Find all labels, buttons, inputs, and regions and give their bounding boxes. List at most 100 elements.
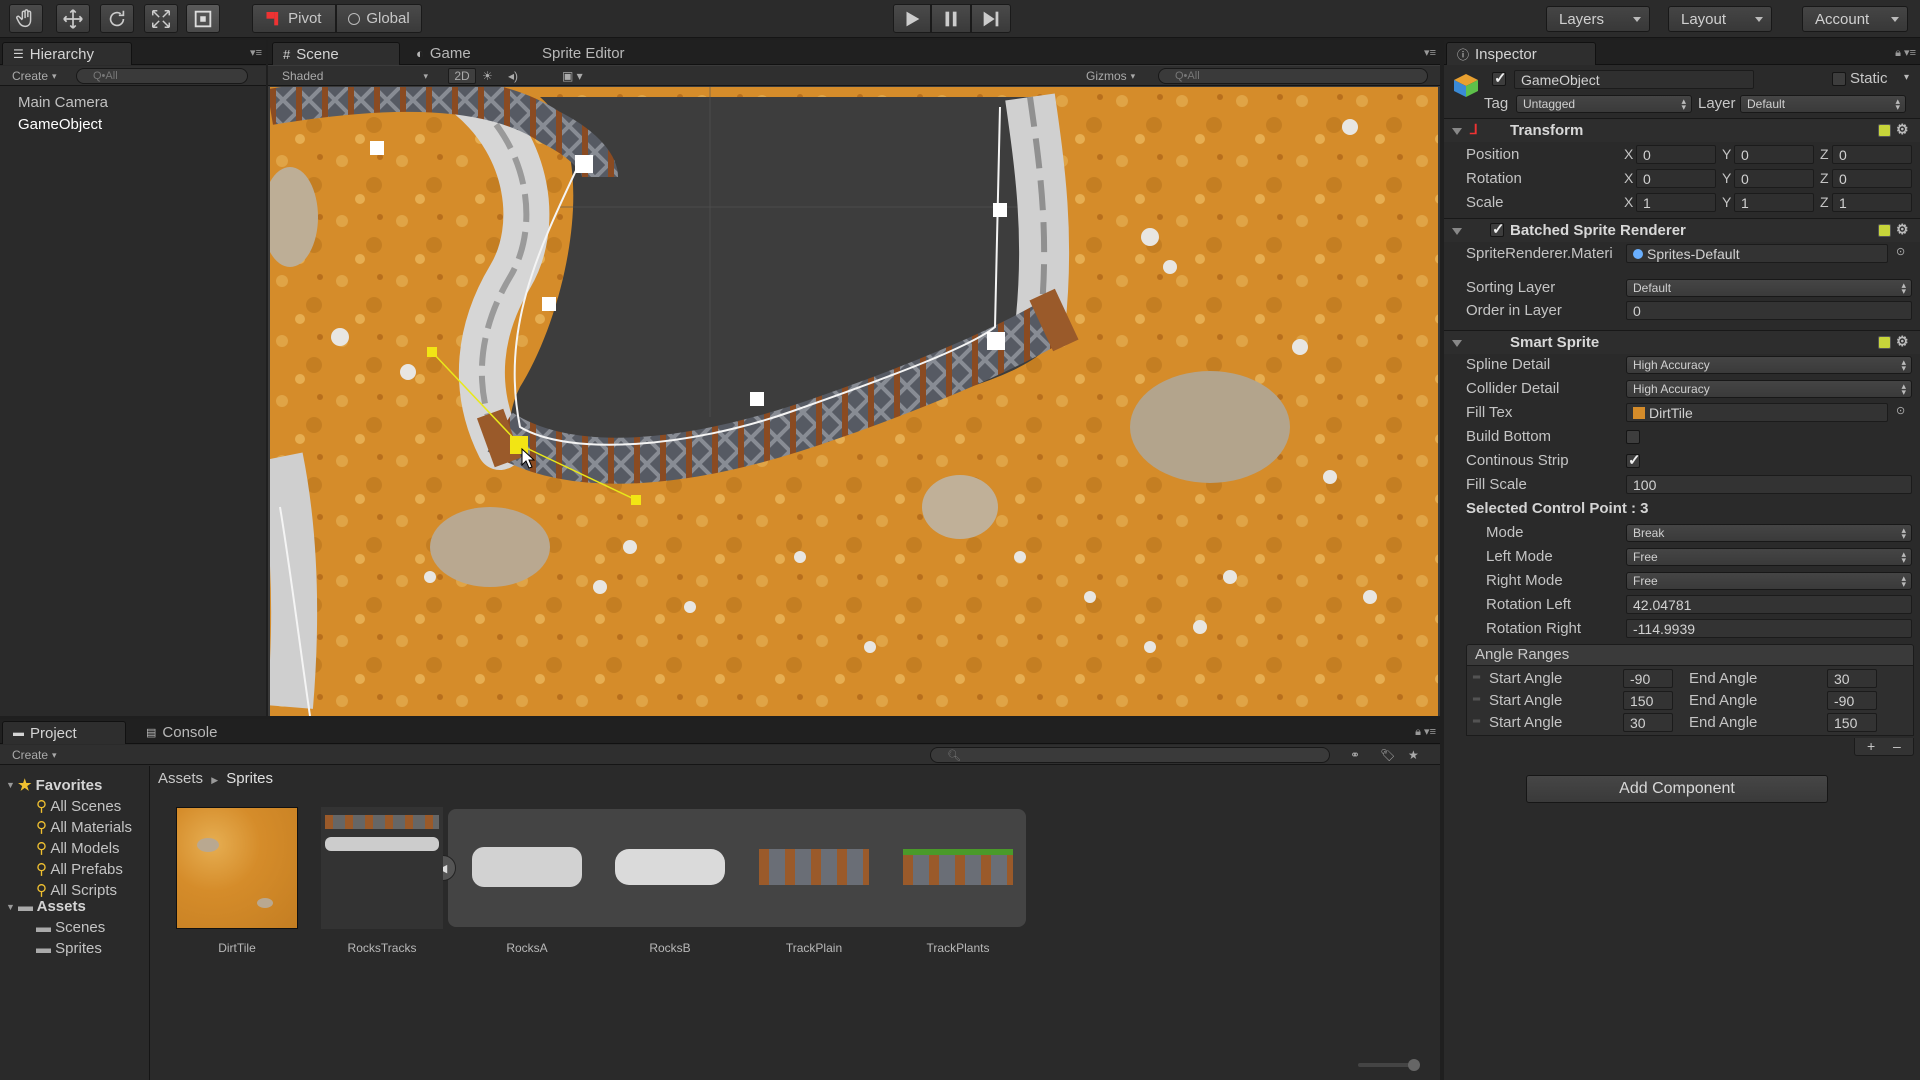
- transform-y-field[interactable]: 1: [1734, 193, 1814, 212]
- create-dropdown[interactable]: Create ▾: [12, 68, 57, 84]
- asset-dirttile[interactable]: DirtTile: [175, 807, 299, 955]
- asset-rockstracks[interactable]: RocksTracks: [320, 807, 444, 955]
- transform-z-field[interactable]: 1: [1832, 193, 1912, 212]
- lock-menu-icon[interactable]: 🔒︎ ▾≡: [1415, 725, 1436, 739]
- transform-y-field[interactable]: 0: [1734, 145, 1814, 164]
- hand-tool-button[interactable]: [9, 4, 43, 33]
- project-search-input[interactable]: 🔍︎: [930, 747, 1330, 763]
- add-component-button[interactable]: Add Component: [1526, 775, 1828, 803]
- static-checkbox[interactable]: [1832, 72, 1846, 86]
- add-range-button[interactable]: +: [1867, 738, 1875, 754]
- pivot-toggle[interactable]: ▀▌ Pivot: [252, 4, 336, 33]
- favorite-item[interactable]: ⚲ All Scenes: [36, 797, 121, 815]
- book-icon[interactable]: [1878, 224, 1891, 237]
- account-dropdown[interactable]: Account: [1802, 6, 1908, 32]
- zoom-slider[interactable]: [1358, 1059, 1420, 1071]
- order-in-layer-field[interactable]: 0: [1626, 301, 1912, 320]
- scene-viewport[interactable]: [270, 87, 1438, 716]
- mode-dropdown[interactable]: Break ▴ ▾: [1626, 524, 1912, 542]
- hierarchy-item-gameobject[interactable]: GameObject: [18, 116, 102, 133]
- end-angle-field[interactable]: -90: [1827, 691, 1877, 710]
- tab-hierarchy[interactable]: ☰ Hierarchy: [2, 42, 132, 65]
- gizmos-dropdown[interactable]: Gizmos ▾: [1086, 68, 1135, 84]
- remove-range-button[interactable]: –: [1893, 738, 1901, 754]
- start-angle-field[interactable]: -90: [1623, 669, 1673, 688]
- tab-scene[interactable]: # Scene: [272, 42, 400, 65]
- play-button[interactable]: [893, 4, 931, 33]
- hierarchy-item-main-camera[interactable]: Main Camera: [18, 94, 108, 111]
- drag-handle-icon[interactable]: ═: [1473, 672, 1480, 683]
- tangent-handle-left[interactable]: [427, 347, 437, 357]
- layer-dropdown[interactable]: Default ▴ ▾: [1740, 95, 1906, 113]
- batched-enable-checkbox[interactable]: [1490, 220, 1505, 238]
- image-effects-icon[interactable]: ▣ ▾: [562, 68, 583, 84]
- rect-tool-button[interactable]: [186, 4, 220, 33]
- assets-fold-icon[interactable]: ▼: [6, 902, 15, 912]
- drag-handle-icon[interactable]: ═: [1473, 716, 1480, 727]
- selected-control-point[interactable]: [510, 436, 528, 454]
- tab-game[interactable]: ◐ Game: [406, 42, 481, 65]
- tab-inspector[interactable]: ⓘ Inspector: [1446, 42, 1596, 65]
- foldout-arrow-icon[interactable]: [1452, 228, 1462, 235]
- sorting-layer-dropdown[interactable]: Default ▴ ▾: [1626, 279, 1912, 297]
- 2d-toggle[interactable]: 2D: [448, 68, 476, 84]
- transform-y-field[interactable]: 0: [1734, 169, 1814, 188]
- right-mode-dropdown[interactable]: Free ▴ ▾: [1626, 572, 1912, 590]
- assets-root-item[interactable]: ▬ Assets: [18, 898, 86, 915]
- breadcrumb-sprites[interactable]: Sprites: [226, 770, 273, 787]
- hierarchy-search-input[interactable]: Q•All: [76, 68, 248, 84]
- gear-icon[interactable]: ⚙: [1896, 121, 1909, 138]
- fill-scale-field[interactable]: 100: [1626, 475, 1912, 494]
- rotate-tool-button[interactable]: [100, 4, 134, 33]
- asset-rocksa[interactable]: RocksA: [465, 807, 589, 955]
- lock-menu-icon[interactable]: 🔒︎ ▾≡: [1895, 46, 1916, 60]
- transform-x-field[interactable]: 0: [1636, 169, 1716, 188]
- rotation-right-field[interactable]: -114.9939: [1626, 619, 1912, 638]
- transform-x-field[interactable]: 0: [1636, 145, 1716, 164]
- layers-dropdown[interactable]: Layers: [1546, 6, 1650, 32]
- filter-label-icon[interactable]: 🏷︎: [1380, 747, 1395, 763]
- rotation-left-field[interactable]: 42.04781: [1626, 595, 1912, 614]
- favorite-item[interactable]: ⚲ All Models: [36, 839, 120, 857]
- scene-search-input[interactable]: Q•All: [1158, 68, 1428, 84]
- layout-dropdown[interactable]: Layout: [1668, 6, 1772, 32]
- favorite-star-icon[interactable]: ★: [1408, 747, 1419, 763]
- tab-console[interactable]: ▤ Console: [136, 721, 227, 744]
- shaded-dropdown[interactable]: Shaded ▾: [282, 68, 432, 84]
- book-icon[interactable]: [1878, 124, 1891, 137]
- filter-type-icon[interactable]: ⚭: [1350, 747, 1360, 763]
- object-picker-icon[interactable]: ⊙: [1896, 245, 1905, 258]
- transform-z-field[interactable]: 0: [1832, 145, 1912, 164]
- tab-project[interactable]: ▬ Project: [2, 721, 126, 744]
- smart-sprite-header[interactable]: Smart Sprite ⚙: [1444, 330, 1920, 354]
- favorite-item[interactable]: ⚲ All Materials: [36, 818, 132, 836]
- global-toggle[interactable]: Global: [336, 4, 422, 33]
- transform-x-field[interactable]: 1: [1636, 193, 1716, 212]
- spline-detail-dropdown[interactable]: High Accuracy ▴ ▾: [1626, 356, 1912, 374]
- favorite-item[interactable]: ⚲ All Scripts: [36, 881, 117, 899]
- foldout-arrow-icon[interactable]: [1452, 128, 1462, 135]
- end-angle-field[interactable]: 150: [1827, 713, 1877, 732]
- gear-icon[interactable]: ⚙: [1896, 221, 1909, 238]
- asset-trackplants[interactable]: TrackPlants: [896, 807, 1020, 955]
- continous-strip-checkbox[interactable]: [1626, 451, 1641, 469]
- project-create-dropdown[interactable]: Create ▾: [12, 747, 57, 763]
- start-angle-field[interactable]: 150: [1623, 691, 1673, 710]
- panel-menu-icon[interactable]: ▾≡: [250, 46, 262, 59]
- sun-icon[interactable]: ☀: [482, 68, 493, 84]
- transform-header[interactable]: ⅃ Transform ⚙: [1444, 118, 1920, 142]
- asset-trackplain[interactable]: TrackPlain: [752, 807, 876, 955]
- static-dropdown-icon[interactable]: ▾: [1904, 72, 1909, 83]
- left-mode-dropdown[interactable]: Free ▴ ▾: [1626, 548, 1912, 566]
- step-button[interactable]: [971, 4, 1011, 33]
- gameobject-active-checkbox[interactable]: [1492, 69, 1507, 87]
- scale-tool-button[interactable]: [144, 4, 178, 33]
- tab-sprite-editor[interactable]: Sprite Editor: [532, 42, 635, 65]
- move-tool-button[interactable]: [56, 4, 90, 33]
- gear-icon[interactable]: ⚙: [1896, 333, 1909, 350]
- tag-dropdown[interactable]: Untagged ▴ ▾: [1516, 95, 1692, 113]
- asset-rocksb[interactable]: RocksB: [608, 807, 732, 955]
- folder-item[interactable]: ▬ Sprites: [36, 940, 102, 957]
- start-angle-field[interactable]: 30: [1623, 713, 1673, 732]
- favorites-fold-icon[interactable]: ▼: [6, 780, 15, 790]
